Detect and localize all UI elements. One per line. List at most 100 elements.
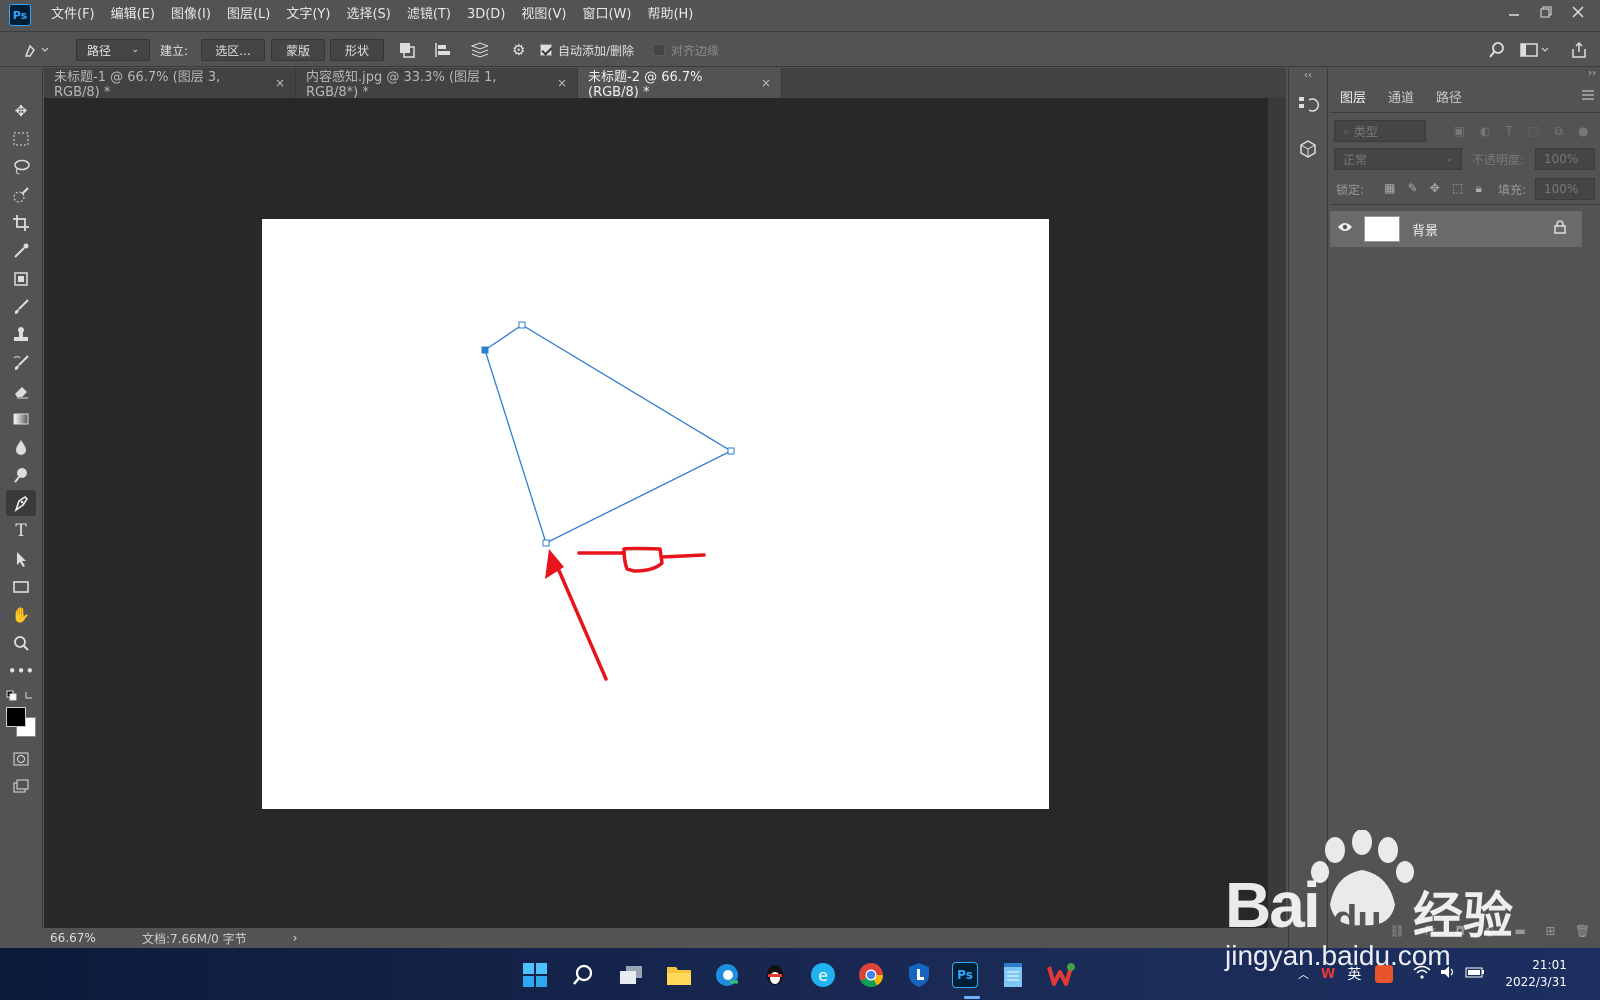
tab-channels[interactable]: 通道 [1378, 82, 1424, 110]
lock-all-icon[interactable]: 🔒︎ [1476, 181, 1482, 196]
default-colors-button[interactable] [6, 688, 36, 702]
more-tools[interactable]: ••• [6, 658, 36, 684]
path-operations-button[interactable] [398, 39, 416, 61]
quick-selection-tool[interactable] [6, 182, 36, 208]
browser-e-button[interactable]: e [808, 960, 838, 990]
tab-untitled-2[interactable]: 未标题-2 @ 66.7%(RGB/8) * × [578, 68, 782, 100]
menu-type[interactable]: 文字(Y) [278, 0, 338, 30]
eyedropper-tool[interactable] [6, 238, 36, 264]
menu-3d[interactable]: 3D(D) [459, 0, 513, 30]
share-button[interactable] [1570, 39, 1588, 61]
blend-mode-select[interactable]: 正常 ⌄ [1334, 148, 1462, 170]
menu-edit[interactable]: 编辑(E) [103, 0, 163, 30]
3d-panel-button[interactable] [1297, 138, 1319, 160]
search-button[interactable] [1488, 39, 1506, 61]
settings-button[interactable]: ⚙ [512, 39, 525, 61]
make-selection-button[interactable]: 选区... [201, 39, 265, 61]
lock-transparency-icon[interactable]: ▦ [1384, 181, 1395, 195]
adjustment-layer-icon[interactable]: ◐ [1484, 924, 1494, 944]
move-tool[interactable]: ✥ [6, 98, 36, 124]
pen-tool[interactable] [6, 490, 36, 516]
lock-position-icon[interactable]: ✥ [1430, 181, 1440, 195]
menu-layer[interactable]: 图层(L) [219, 0, 278, 30]
layer-filter-select[interactable]: ⌕ 类型 [1334, 120, 1426, 142]
tab-untitled-1[interactable]: 未标题-1 @ 66.7% (图层 3, RGB/8) * × [44, 68, 296, 100]
path-selection-tool[interactable] [6, 546, 36, 572]
stamp-tool[interactable] [6, 322, 36, 348]
eraser-tool[interactable] [6, 378, 36, 404]
pen-tool-preset[interactable] [22, 39, 52, 61]
wps-button[interactable] [1046, 960, 1076, 990]
anchor-point[interactable] [518, 321, 526, 329]
image-filter-icon[interactable]: ▣ [1454, 124, 1465, 138]
lock-pixels-icon[interactable]: ✎ [1408, 181, 1418, 195]
add-mask-icon[interactable]: ◘ [1455, 924, 1465, 944]
anchor-point[interactable] [542, 539, 550, 547]
photoshop-taskbar-button[interactable]: Ps [950, 960, 980, 990]
sogou-icon[interactable] [1375, 965, 1394, 983]
auto-add-checkbox[interactable] [540, 44, 552, 56]
new-group-icon[interactable]: ▬ [1514, 924, 1525, 944]
path-arrangement-button[interactable] [468, 39, 488, 61]
hand-tool[interactable]: ✋ [6, 602, 36, 628]
lasso-tool[interactable] [6, 154, 36, 180]
rectangle-tool[interactable] [6, 574, 36, 600]
link-layers-icon[interactable]: ⛓ [1390, 924, 1405, 944]
menu-image[interactable]: 图像(I) [163, 0, 219, 30]
history-panel-button[interactable] [1297, 94, 1319, 116]
filter-toggle-icon[interactable]: ● [1578, 124, 1588, 138]
start-button[interactable] [520, 960, 550, 990]
battery-icon[interactable] [1465, 966, 1485, 982]
make-mask-button[interactable]: 蒙版 [271, 39, 325, 61]
menu-select[interactable]: 选择(S) [338, 0, 398, 30]
chevron-up-icon[interactable]: ︿ [1298, 966, 1309, 982]
opacity-input[interactable]: 100% [1535, 148, 1595, 170]
file-explorer-button[interactable] [664, 960, 694, 990]
eye-icon[interactable] [1330, 221, 1360, 237]
fx-icon[interactable]: fx [1425, 924, 1436, 944]
path-mode-select[interactable]: 路径 ⌄ [76, 39, 150, 61]
status-menu-arrow[interactable]: › [293, 931, 298, 945]
align-edges-option[interactable]: 对齐边缘 [653, 39, 719, 61]
panel-menu-button[interactable] [1580, 88, 1596, 102]
anchor-point[interactable] [727, 447, 735, 455]
input-language[interactable]: 英 [1347, 964, 1361, 984]
make-shape-button[interactable]: 形状 [330, 39, 384, 61]
wps-tray-icon[interactable]: W [1321, 967, 1335, 982]
collapse-arrows-icon[interactable]: ‹‹ [1291, 70, 1325, 81]
vertical-scrollbar[interactable] [1268, 98, 1286, 928]
dodge-tool[interactable] [6, 462, 36, 488]
menu-file[interactable]: 文件(F) [43, 0, 103, 30]
workspace-button[interactable] [1520, 39, 1550, 61]
notepad-button[interactable] [998, 960, 1028, 990]
auto-add-delete-option[interactable]: 自动添加/删除 [540, 39, 634, 61]
anchor-point-selected[interactable] [481, 346, 489, 354]
color-swatches[interactable] [6, 707, 38, 739]
restore-button[interactable] [1530, 0, 1562, 24]
menu-window[interactable]: 窗口(W) [574, 0, 639, 30]
close-tab-icon[interactable]: × [557, 76, 567, 90]
new-layer-icon[interactable]: ⊞ [1545, 924, 1555, 944]
close-tab-icon[interactable]: × [275, 76, 285, 90]
trash-icon[interactable]: 🗑︎ [1575, 924, 1590, 944]
gradient-tool[interactable] [6, 406, 36, 432]
layer-row-background[interactable]: 背景 [1330, 211, 1582, 247]
minimize-button[interactable] [1498, 0, 1530, 24]
work-path[interactable] [484, 324, 733, 544]
chrome-button[interactable] [856, 960, 886, 990]
edge-button[interactable] [712, 960, 742, 990]
search-button[interactable] [568, 960, 598, 990]
quick-mask-button[interactable] [6, 746, 36, 772]
smart-object-filter-icon[interactable]: ⧉ [1554, 124, 1563, 139]
lock-artboard-icon[interactable]: ⬚ [1452, 181, 1463, 195]
align-edges-checkbox[interactable] [653, 44, 665, 56]
adjustment-filter-icon[interactable]: ◐ [1480, 124, 1490, 138]
collapse-arrows-icon[interactable]: ›› [1588, 68, 1596, 79]
menu-filter[interactable]: 滤镜(T) [399, 0, 459, 30]
type-filter-icon[interactable]: T [1505, 124, 1512, 138]
type-tool[interactable]: T [6, 518, 36, 544]
foreground-color-swatch[interactable] [6, 707, 26, 727]
lenovo-button[interactable] [904, 960, 934, 990]
path-alignment-button[interactable] [434, 39, 452, 61]
qq-button[interactable] [760, 960, 790, 990]
